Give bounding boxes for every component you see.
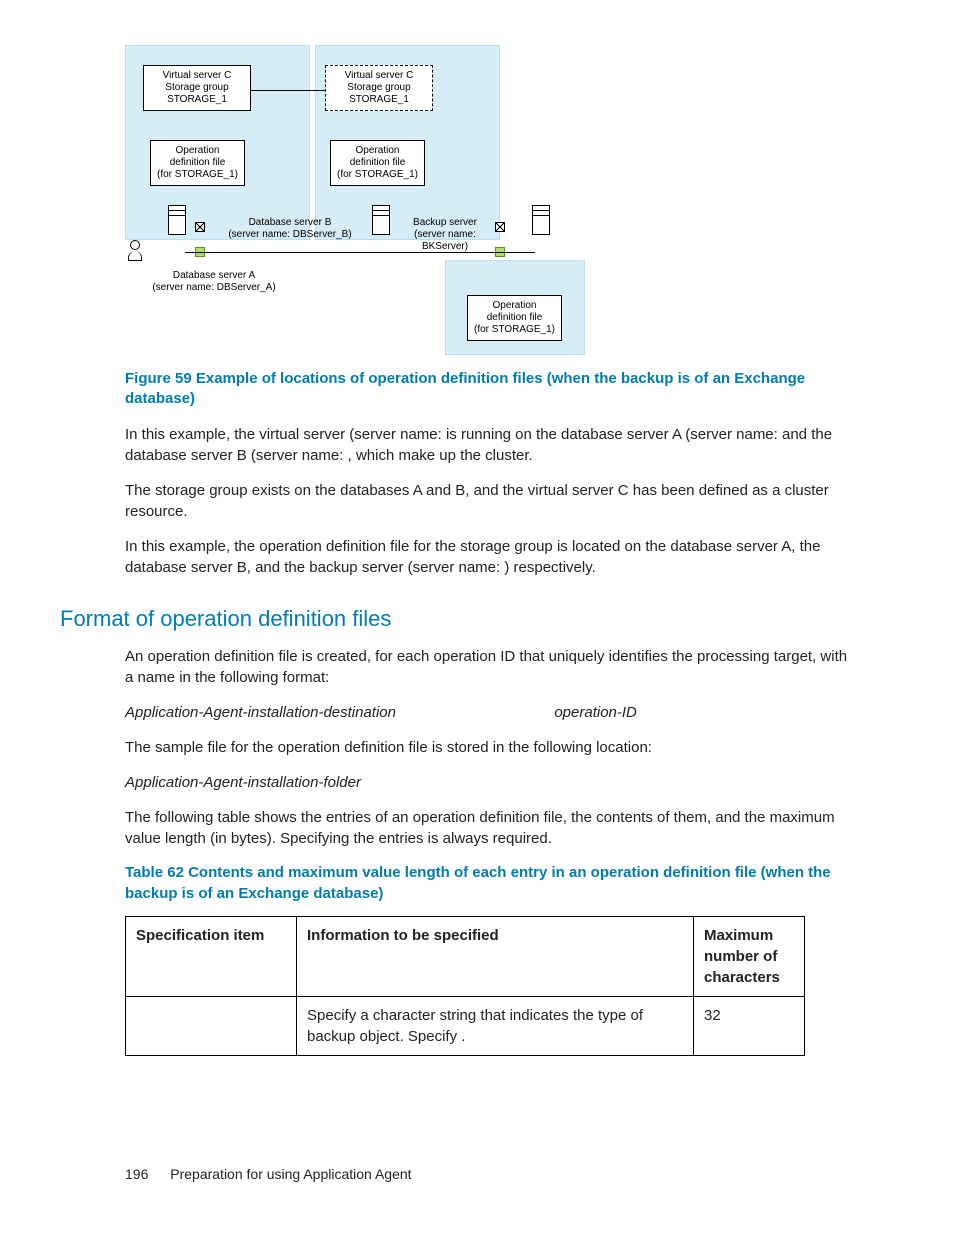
path-format: Application-Agent-installation-folder: [125, 772, 854, 793]
vsc1-line1: Virtual server C: [163, 70, 232, 81]
text: Specify a character string that indicate…: [307, 1007, 643, 1045]
figure-diagram: Virtual server C Storage group STORAGE_1…: [125, 45, 854, 355]
db-server-a-label: Database server A (server name: DBServer…: [139, 270, 289, 294]
odf2-l1: Operation: [356, 145, 400, 156]
vsc2-line3: STORAGE_1: [349, 94, 409, 105]
vsc2-line2: Storage group: [347, 82, 410, 93]
table-header-row: Specification item Information to be spe…: [126, 916, 805, 996]
text: In this example, the virtual server (ser…: [125, 426, 446, 443]
col-spec-item: Specification item: [126, 916, 297, 996]
text: The storage group: [125, 482, 252, 499]
spec-table: Specification item Information to be spe…: [125, 916, 805, 1056]
server-icon: [529, 205, 553, 245]
text: , which make up the cluster.: [348, 447, 533, 464]
odf1-l3: (for STORAGE_1): [157, 169, 238, 180]
dbB-l1: Database server B: [249, 217, 332, 228]
odf2-l2: definition file: [350, 157, 406, 168]
bk-l2: (server name: BKServer): [414, 229, 476, 252]
table-caption: Table 62 Contents and maximum value leng…: [125, 863, 854, 904]
server-icon: [165, 205, 189, 245]
odf3-l3: (for STORAGE_1): [474, 324, 555, 335]
text: .: [461, 1028, 465, 1045]
backup-server-label: Backup server (server name: BKServer): [390, 217, 500, 253]
cell-max-chars: 32: [694, 996, 805, 1055]
virtual-server-c-secondary: Virtual server C Storage group STORAGE_1: [325, 65, 433, 111]
section-heading: Format of operation definition files: [60, 604, 854, 635]
vsc2-line1: Virtual server C: [345, 70, 414, 81]
paragraph: The following table shows the entries of…: [125, 807, 854, 849]
path-format: Application-Agent-installation-destinati…: [125, 702, 854, 723]
odf3-l2: definition file: [487, 312, 543, 323]
virtual-server-c-primary: Virtual server C Storage group STORAGE_1: [143, 65, 251, 111]
col-info: Information to be specified: [297, 916, 694, 996]
paragraph: The sample file for the operation defini…: [125, 737, 854, 758]
footer-title: Preparation for using Application Agent: [170, 1166, 411, 1182]
col-max-chars: Maximum number of characters: [694, 916, 805, 996]
page-number: 196: [125, 1166, 148, 1182]
path-part-a: Application-Agent-installation-destinati…: [125, 704, 396, 721]
text: ) respectively.: [504, 559, 595, 576]
text: In this example, the operation definitio…: [125, 538, 557, 555]
figure-caption: Figure 59 Example of locations of operat…: [125, 369, 854, 410]
odf1-l2: definition file: [170, 157, 226, 168]
vsc1-line3: STORAGE_1: [167, 94, 227, 105]
user-icon: [125, 240, 145, 270]
op-def-file-b: Operation definition file (for STORAGE_1…: [330, 140, 425, 186]
paragraph: An operation definition file is created,…: [125, 646, 854, 688]
odf3-l1: Operation: [493, 300, 537, 311]
cell-spec-item: [126, 996, 297, 1055]
table-row: Specify a character string that indicate…: [126, 996, 805, 1055]
path-part-b: operation-ID: [554, 704, 637, 721]
paragraph: In this example, the virtual server (ser…: [125, 424, 854, 466]
paragraph: In this example, the operation definitio…: [125, 536, 854, 578]
vsc1-line2: Storage group: [165, 82, 228, 93]
dbA-l1: Database server A: [173, 270, 255, 281]
op-def-file-backup: Operation definition file (for STORAGE_1…: [467, 295, 562, 341]
odf1-l1: Operation: [176, 145, 220, 156]
db-server-b-label: Database server B (server name: DBServer…: [220, 217, 360, 241]
page-footer: 196 Preparation for using Application Ag…: [125, 1165, 412, 1185]
bk-l1: Backup server: [413, 217, 477, 228]
dbA-l2: (server name: DBServer_A): [152, 282, 275, 293]
paragraph: The storage group exists on the database…: [125, 480, 854, 522]
cell-info: Specify a character string that indicate…: [297, 996, 694, 1055]
text: is running on the database server A (ser…: [446, 426, 782, 443]
dbB-l2: (server name: DBServer_B): [228, 229, 351, 240]
op-def-file-a: Operation definition file (for STORAGE_1…: [150, 140, 245, 186]
odf2-l3: (for STORAGE_1): [337, 169, 418, 180]
status-marker-icon: [195, 222, 205, 232]
